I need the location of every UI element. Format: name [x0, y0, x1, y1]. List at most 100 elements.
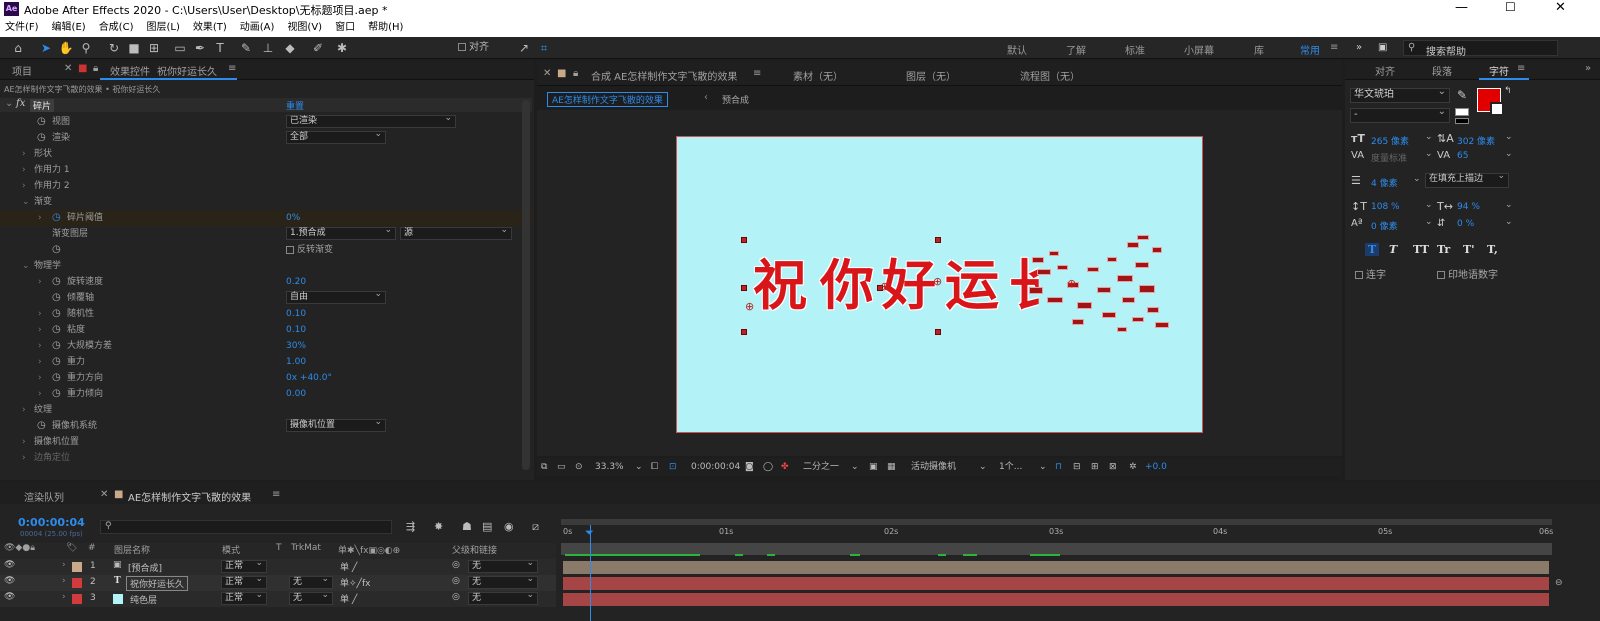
- expand-arrow-icon[interactable]: ›: [62, 560, 66, 570]
- expand-panel-icon[interactable]: »: [1585, 63, 1591, 74]
- mode-dropdown[interactable]: 正常: [221, 590, 267, 605]
- stopwatch-icon[interactable]: ◷: [52, 354, 61, 370]
- close-tab-icon[interactable]: ✕: [100, 489, 108, 500]
- channel-icon[interactable]: ✤: [781, 458, 789, 476]
- rectangle-tool-icon[interactable]: ▭: [172, 40, 188, 56]
- tsume-value[interactable]: 0 %: [1457, 219, 1474, 229]
- vertical-scale-chevron-icon[interactable]: ⌄: [1425, 200, 1433, 210]
- views-chevron-icon[interactable]: ⌄: [1039, 458, 1047, 476]
- stroke-color-swatch[interactable]: [1490, 102, 1504, 116]
- parent-pickwhip-icon[interactable]: ◎: [452, 592, 460, 602]
- superscript-button[interactable]: T': [1463, 243, 1475, 256]
- font-size-chevron-icon[interactable]: ⌄: [1425, 132, 1433, 142]
- workspace-standard[interactable]: 标准: [1125, 42, 1145, 57]
- tab-effect-layer[interactable]: 祝你好运长久: [157, 63, 217, 78]
- tab-effect-controls[interactable]: 效果控件: [110, 63, 150, 78]
- snap-options-icon[interactable]: ⌗: [536, 40, 552, 56]
- gradient-source-dropdown[interactable]: 源: [400, 225, 512, 240]
- tab-layer[interactable]: 图层（无）: [906, 68, 956, 83]
- roi-icon[interactable]: ▣: [869, 458, 878, 476]
- font-family-dropdown[interactable]: 华文琥珀: [1350, 86, 1450, 103]
- no-fill-icon[interactable]: [1455, 108, 1469, 116]
- stroke-mode-dropdown[interactable]: 在填充上描边: [1425, 171, 1509, 188]
- param-value[interactable]: 0.00: [286, 386, 306, 402]
- faux-italic-button[interactable]: T: [1389, 243, 1397, 256]
- leading-chevron-icon[interactable]: ⌄: [1505, 132, 1513, 142]
- layer-bar-3[interactable]: [563, 593, 1549, 606]
- hindi-digits-checkbox[interactable]: 印地语数字: [1437, 266, 1498, 281]
- horizontal-scale-chevron-icon[interactable]: ⌄: [1505, 200, 1513, 210]
- param-value[interactable]: 1.00: [286, 354, 306, 370]
- menu-composition[interactable]: 合成(C): [99, 19, 134, 37]
- tab-timeline-comp[interactable]: AE怎样制作文字飞散的效果: [128, 489, 251, 504]
- param-value[interactable]: 0x +40.0°: [286, 370, 332, 386]
- font-style-dropdown[interactable]: -: [1350, 106, 1450, 123]
- stopwatch-icon[interactable]: ◷: [52, 242, 61, 258]
- breadcrumb-active[interactable]: AE怎样制作文字飞散的效果: [547, 92, 668, 107]
- kerning-value[interactable]: 度量标准: [1371, 151, 1407, 164]
- camera-tool-icon[interactable]: ■: [126, 40, 142, 56]
- panel-menu-icon[interactable]: ≡: [1517, 63, 1525, 74]
- anchor-point-icon[interactable]: ⊕: [880, 280, 889, 293]
- label-color-swatch[interactable]: [72, 578, 82, 588]
- faux-bold-button[interactable]: T: [1365, 243, 1380, 256]
- breadcrumb-next[interactable]: 预合成: [722, 93, 749, 106]
- baseline-shift-value[interactable]: 0 像素: [1371, 219, 1398, 232]
- workspace-common[interactable]: 常用: [1300, 42, 1320, 57]
- tab-paragraph[interactable]: 段落: [1432, 63, 1452, 78]
- no-stroke-icon[interactable]: [1455, 118, 1469, 124]
- param-group[interactable]: › 摄像机位置: [0, 434, 532, 450]
- switches-row-icons[interactable]: 单 ╱: [340, 560, 357, 573]
- layer-bar-2[interactable]: [563, 577, 1549, 590]
- tracking-value[interactable]: 65: [1457, 151, 1468, 161]
- zoom-tool-icon[interactable]: ⚲: [78, 40, 94, 56]
- close-icon[interactable]: ✕: [1555, 0, 1566, 15]
- menu-view[interactable]: 视图(V): [287, 19, 322, 37]
- region-icon[interactable]: ⊡: [669, 458, 677, 476]
- param-value[interactable]: 0%: [286, 210, 300, 226]
- label-color-swatch[interactable]: [72, 594, 82, 604]
- switches-row-icons[interactable]: 单✧╱fx: [340, 576, 370, 589]
- layer-row-2[interactable]: 👁︎ › 2 T 祝你好运长久 正常 无 单✧╱fx ◎ 无: [0, 574, 556, 591]
- subscript-button[interactable]: T,: [1487, 243, 1498, 256]
- transform-handle[interactable]: [741, 237, 747, 243]
- graph-editor-icon[interactable]: ⧄: [532, 520, 539, 534]
- param-value[interactable]: 0.20: [286, 274, 306, 290]
- view-dropdown[interactable]: 已渲染: [286, 113, 456, 128]
- param-group[interactable]: › 边角定位: [0, 450, 532, 466]
- shy-icon[interactable]: ☗: [462, 520, 472, 533]
- timecode-display[interactable]: 0:00:00:04: [691, 458, 740, 476]
- tab-character[interactable]: 字符: [1489, 63, 1509, 78]
- param-group[interactable]: › 形状: [0, 146, 532, 162]
- always-preview-icon[interactable]: ⧉: [541, 458, 547, 476]
- transparency-grid-icon[interactable]: ▦: [887, 458, 896, 476]
- swap-colors-icon[interactable]: ↰: [1504, 86, 1512, 96]
- puppet-tool-icon[interactable]: ✱: [334, 40, 350, 56]
- pen-tool-icon[interactable]: ✒: [192, 40, 208, 56]
- close-tab-icon[interactable]: ✕: [543, 68, 551, 79]
- parent-pickwhip-icon[interactable]: ◎: [452, 576, 460, 586]
- workspace-small-screen[interactable]: 小屏幕: [1184, 42, 1214, 57]
- stopwatch-icon[interactable]: ◷: [52, 370, 61, 386]
- stroke-width-value[interactable]: 4 像素: [1371, 176, 1398, 189]
- mask-icon[interactable]: ⊙: [575, 458, 583, 476]
- tab-footage[interactable]: 素材（无）: [793, 68, 843, 83]
- menu-edit[interactable]: 编辑(E): [52, 19, 86, 37]
- panel-menu-icon[interactable]: ≡: [272, 489, 280, 500]
- rotate-tool-icon[interactable]: ↻: [106, 40, 122, 56]
- fx-icon[interactable]: fx: [16, 98, 25, 109]
- selection-tool-icon[interactable]: ➤: [38, 40, 54, 56]
- mode-dropdown[interactable]: 正常: [221, 574, 267, 589]
- reset-link[interactable]: 重置: [286, 99, 304, 112]
- transform-handle[interactable]: [935, 237, 941, 243]
- effect-name[interactable]: 碎片: [30, 99, 55, 112]
- help-search-input[interactable]: ⚲ 搜索帮助: [1403, 40, 1558, 58]
- layer-name[interactable]: 祝你好运长久: [126, 576, 189, 591]
- anchor-point-icon[interactable]: ⊕: [933, 275, 942, 288]
- effect-scrollbar[interactable]: [522, 100, 530, 470]
- trkmat-dropdown[interactable]: 无: [289, 574, 333, 589]
- param-group[interactable]: › 作用力 2: [0, 178, 532, 194]
- align-checkbox[interactable]: 对齐: [458, 40, 489, 56]
- show-snapshot-icon[interactable]: ◯: [763, 458, 773, 476]
- transform-handle[interactable]: [741, 329, 747, 335]
